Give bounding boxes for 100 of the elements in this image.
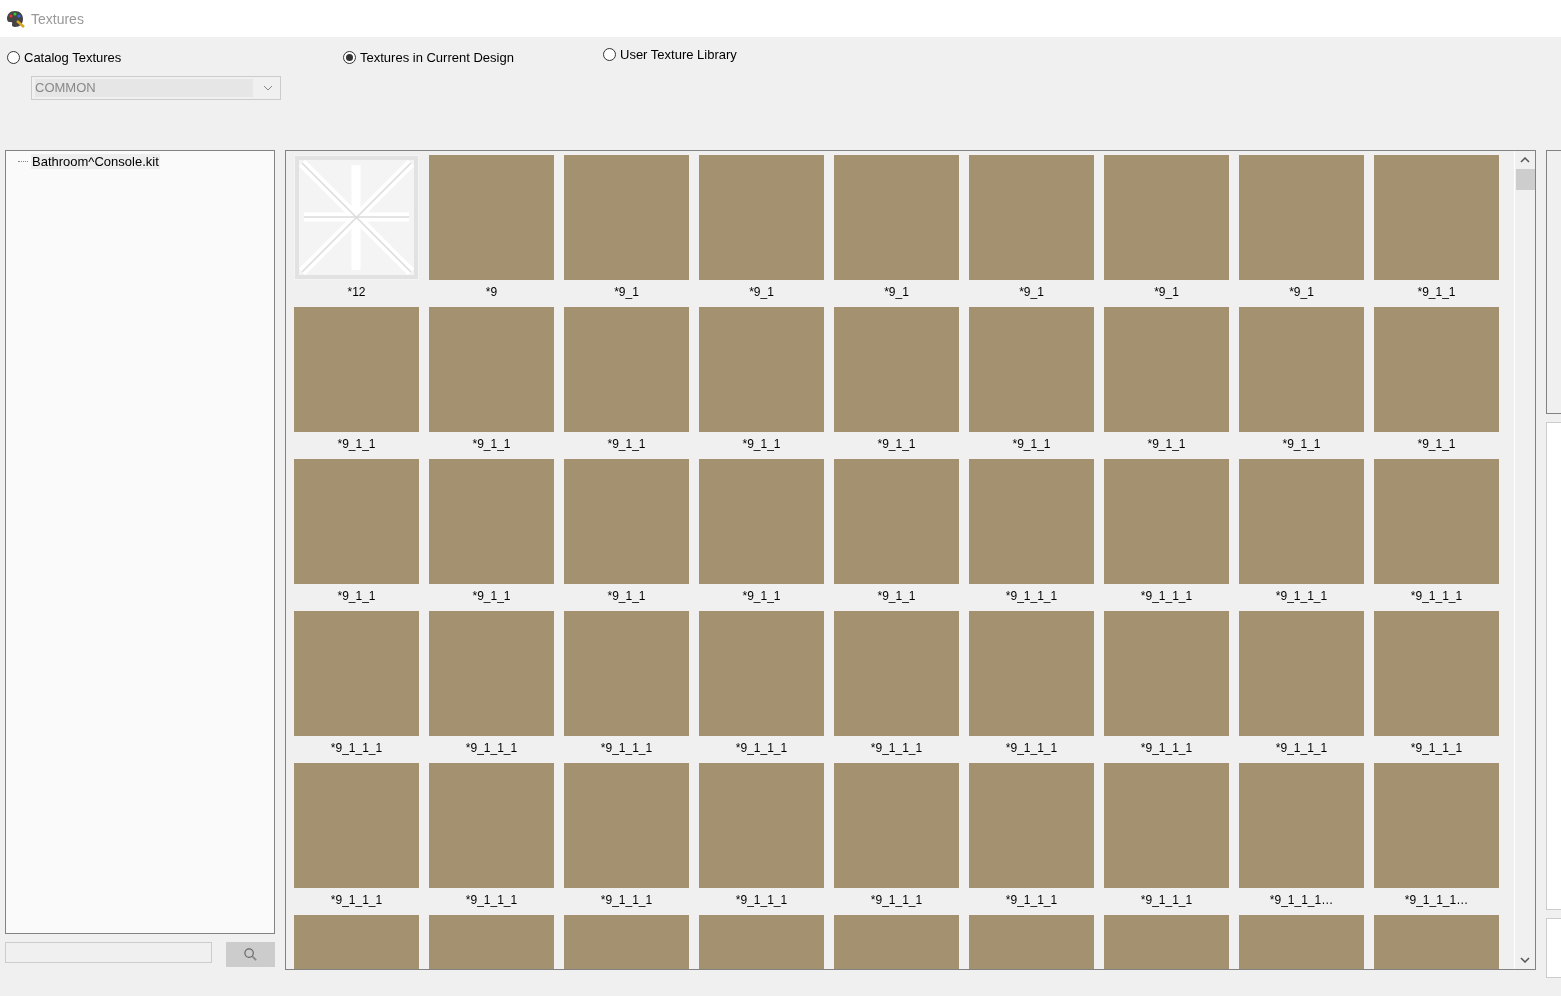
texture-swatch[interactable] <box>1104 459 1229 584</box>
texture-name: *9_1_1 <box>472 589 511 603</box>
texture-name: *9_1_1 <box>607 589 646 603</box>
texture-swatch[interactable] <box>429 155 554 280</box>
texture-name: *9_1_1 <box>1282 437 1321 451</box>
texture-swatch[interactable] <box>1104 307 1229 432</box>
texture-swatch[interactable] <box>1239 155 1364 280</box>
texture-name: *9_1_1 <box>1147 437 1186 451</box>
texture-swatch[interactable] <box>429 307 554 432</box>
texture-swatch[interactable] <box>699 155 824 280</box>
texture-name: *9_1_1_1 <box>330 741 383 755</box>
texture-name: *9_1_1 <box>337 589 376 603</box>
texture-swatch[interactable] <box>429 763 554 888</box>
texture-swatch[interactable] <box>1104 155 1229 280</box>
texture-name: *9_1_1 <box>877 437 916 451</box>
vertical-scrollbar[interactable] <box>1514 151 1535 969</box>
texture-name: *9_1_1 <box>1012 437 1051 451</box>
texture-swatch[interactable] <box>1374 611 1499 736</box>
texture-swatch[interactable] <box>564 459 689 584</box>
texture-name: *9_1_1_1 <box>870 741 923 755</box>
texture-name: *9_1_1_1 <box>1005 893 1058 907</box>
scroll-thumb[interactable] <box>1515 169 1535 190</box>
texture-swatch[interactable] <box>429 459 554 584</box>
texture-name: *9_1_1 <box>607 437 646 451</box>
texture-swatch[interactable] <box>969 155 1094 280</box>
texture-swatch[interactable] <box>1239 459 1364 584</box>
texture-swatch[interactable] <box>1104 763 1229 888</box>
texture-swatch[interactable] <box>294 763 419 888</box>
texture-name: *9_1_1_1… <box>1404 893 1469 907</box>
texture-swatch[interactable] <box>1374 763 1499 888</box>
texture-swatch[interactable] <box>1239 763 1364 888</box>
tree-item[interactable]: Bathroom^Console.kit <box>31 153 160 169</box>
texture-name: *9_1_1_1 <box>735 893 788 907</box>
texture-name: *9_1_1 <box>742 437 781 451</box>
texture-swatch[interactable] <box>1239 307 1364 432</box>
texture-swatch[interactable] <box>564 155 689 280</box>
texture-swatch[interactable] <box>834 155 959 280</box>
texture-swatch[interactable] <box>699 611 824 736</box>
texture-name: *9_1 <box>749 285 774 299</box>
window-title: Textures <box>31 10 84 27</box>
texture-name: *9_1_1_1 <box>600 893 653 907</box>
texture-swatch[interactable] <box>969 307 1094 432</box>
radio-option[interactable]: Catalog Textures <box>7 48 122 66</box>
texture-swatch[interactable] <box>1239 611 1364 736</box>
texture-swatch[interactable] <box>699 763 824 888</box>
texture-swatch[interactable] <box>1374 459 1499 584</box>
texture-name: *9_1_1_1 <box>1005 741 1058 755</box>
texture-swatch[interactable] <box>564 763 689 888</box>
texture-name: *9_1_1_1 <box>1140 589 1193 603</box>
texture-name: *9_1_1_1 <box>465 893 518 907</box>
texture-name: *9_1_1_1 <box>1410 741 1463 755</box>
texture-swatch[interactable] <box>1104 611 1229 736</box>
texture-name: *9_1_1 <box>742 589 781 603</box>
texture-swatch[interactable] <box>1374 307 1499 432</box>
texture-name: *9_1_1_1 <box>1410 589 1463 603</box>
texture-swatch[interactable] <box>294 459 419 584</box>
texture-name: *9_1_1 <box>877 589 916 603</box>
texture-name: *9_1_1_1 <box>330 893 383 907</box>
texture-swatch[interactable] <box>294 307 419 432</box>
texture-name: *9_1_1_1 <box>1140 893 1193 907</box>
palette-icon <box>5 8 25 29</box>
texture-swatch[interactable] <box>969 459 1094 584</box>
texture-swatch[interactable] <box>429 611 554 736</box>
texture-swatch[interactable] <box>834 611 959 736</box>
texture-name: *9_1_1_1 <box>1005 589 1058 603</box>
texture-name: *9_1 <box>1019 285 1044 299</box>
radio-option[interactable]: User Texture Library <box>603 45 737 63</box>
texture-name: *9 <box>485 285 498 299</box>
texture-name: *9_1 <box>1289 285 1314 299</box>
texture-swatch[interactable] <box>1374 155 1499 280</box>
texture-swatch[interactable] <box>294 611 419 736</box>
side-panel <box>1546 918 1561 978</box>
texture-name: *9_1_1 <box>337 437 376 451</box>
scroll-up-icon[interactable] <box>1520 157 1530 163</box>
texture-swatch[interactable] <box>564 611 689 736</box>
texture-swatch[interactable] <box>699 459 824 584</box>
search-button[interactable] <box>226 942 275 967</box>
texture-name: *9_1_1_1 <box>1140 741 1193 755</box>
texture-swatch[interactable] <box>969 611 1094 736</box>
texture-thumbnail[interactable] <box>294 155 419 280</box>
texture-name: *9_1_1 <box>472 437 511 451</box>
texture-name: *12 <box>347 285 366 299</box>
texture-name: *9_1_1_1 <box>1275 741 1328 755</box>
texture-swatch[interactable] <box>699 307 824 432</box>
texture-name: *9_1_1 <box>1417 285 1456 299</box>
scroll-down-icon[interactable] <box>1520 957 1530 963</box>
texture-swatch[interactable] <box>564 307 689 432</box>
texture-swatch[interactable] <box>834 763 959 888</box>
search-field[interactable] <box>5 942 212 963</box>
texture-name: *9_1 <box>1154 285 1179 299</box>
chevron-down-icon <box>263 84 273 91</box>
texture-name: *9_1 <box>614 285 639 299</box>
texture-swatch[interactable] <box>834 307 959 432</box>
texture-name: *9_1_1_1 <box>600 741 653 755</box>
search-icon <box>243 947 258 962</box>
texture-swatch[interactable] <box>834 459 959 584</box>
texture-name: *9_1_1_1 <box>1275 589 1328 603</box>
radio-option[interactable]: Textures in Current Design <box>343 48 514 66</box>
texture-name: *9_1_1 <box>1417 437 1456 451</box>
texture-swatch[interactable] <box>969 763 1094 888</box>
